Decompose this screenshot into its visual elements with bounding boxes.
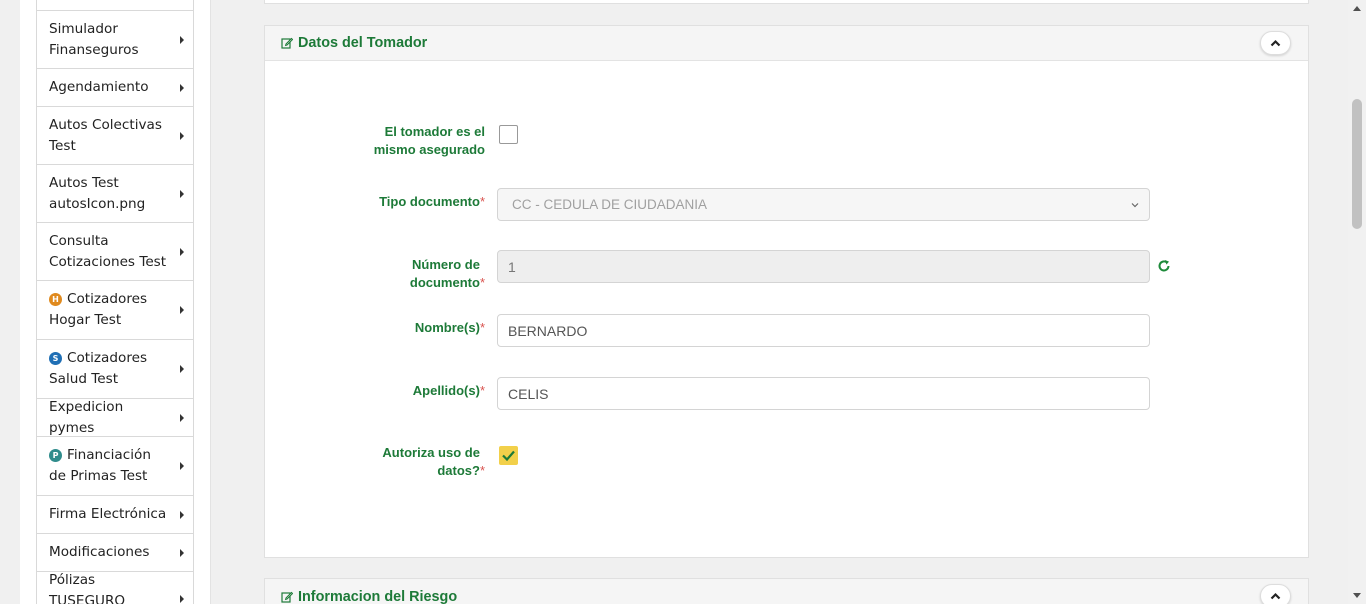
names-label: Nombre(s)* <box>415 319 485 337</box>
doc-type-select[interactable]: CC - CEDULA DE CIUDADANIA <box>497 188 1150 221</box>
sidebar-item-label: Agendamiento <box>49 79 149 95</box>
label-text: Nombre(s) <box>414 320 480 335</box>
sidebar-item-autos-test[interactable]: Autos Test autosIcon.png <box>37 165 193 223</box>
sidebar-item-label: Cotizadores Salud Test <box>49 350 148 387</box>
doc-type-label: Tipo documento* <box>379 193 485 211</box>
sidebar-item-consulta-cotizaciones-test[interactable]: Consulta Cotizaciones Test <box>37 223 193 281</box>
doc-number-input[interactable]: 1 <box>497 250 1150 283</box>
names-input[interactable]: BERNARDO <box>497 314 1150 347</box>
required-mark: * <box>479 320 485 335</box>
sidebar-item-agendamiento[interactable]: Agendamiento <box>37 69 193 107</box>
scroll-up-arrow-icon[interactable] <box>1348 0 1366 17</box>
sidebar-item-label-wrap: H Cotizadores Hogar Test <box>49 289 171 331</box>
sidebar-item-simulador-finanseguros[interactable]: Simulador Finanseguros <box>37 11 193 69</box>
caret-right-icon <box>180 35 184 44</box>
sidebar-menu: Simulador Finanseguros Agendamiento Auto… <box>36 0 194 604</box>
chevron-up-icon <box>1270 592 1281 600</box>
caret-right-icon <box>180 247 184 256</box>
sidebar-item-expedicion-pymes[interactable]: Expedicion pymes <box>37 399 193 437</box>
sidebar-item-autos-colectivas-test[interactable]: Autos Colectivas Test <box>37 107 193 165</box>
surnames-label: Apellido(s)* <box>413 382 485 400</box>
caret-right-icon <box>180 306 184 314</box>
sidebar-item-modificaciones[interactable]: Modificaciones <box>37 534 193 572</box>
hogar-badge-icon: H <box>49 293 62 306</box>
page-scrollbar[interactable] <box>1348 0 1366 604</box>
sidebar-item-label-wrap: S Cotizadores Salud Test <box>49 348 171 390</box>
caret-right-icon <box>180 594 184 603</box>
check-icon <box>502 450 515 462</box>
page-gutter <box>0 0 20 604</box>
required-mark: * <box>479 383 485 398</box>
sidebar-item-label: Simulador Finanseguros <box>49 20 139 58</box>
collapse-button[interactable] <box>1260 31 1291 55</box>
caret-right-icon <box>180 462 184 470</box>
names-value: BERNARDO <box>508 322 588 339</box>
surnames-value: CELIS <box>508 385 549 402</box>
authorize-checkbox[interactable] <box>499 446 518 465</box>
informacion-riesgo-panel: Informacion del Riesgo <box>264 578 1309 604</box>
sidebar-item-label: Autos Test autosIcon.png <box>49 174 146 212</box>
label-text: Número de documento <box>409 257 480 290</box>
required-mark: * <box>479 463 485 478</box>
label-text: Apellido(s) <box>412 383 480 398</box>
sidebar-item-label: Expedicion pymes <box>49 398 124 436</box>
previous-panel <box>264 0 1309 4</box>
edit-icon <box>281 591 293 603</box>
sidebar-item-label: Modificaciones <box>49 544 150 560</box>
label-text: Tipo documento <box>379 194 480 209</box>
sidebar-item-cotizadores-hogar-test[interactable]: H Cotizadores Hogar Test <box>37 281 193 340</box>
caret-right-icon <box>180 510 184 519</box>
caret-right-icon <box>180 548 184 557</box>
sidebar-item-label: Consulta Cotizaciones Test <box>49 232 167 270</box>
main-content: Datos del Tomador El tomador es el mismo… <box>211 0 1348 604</box>
caret-right-icon <box>180 83 184 92</box>
panel-title: Datos del Tomador <box>298 35 428 51</box>
sidebar-item-label: Cotizadores Hogar Test <box>49 291 148 328</box>
scrollbar-thumb[interactable] <box>1352 99 1362 229</box>
sidebar-item-polizas-tuseguro[interactable]: Pólizas TUSEGURO <box>37 572 193 604</box>
sidebar-item-label: Firma Electrónica <box>49 506 167 522</box>
doc-number-value: 1 <box>508 258 516 275</box>
sidebar-item-label-wrap: P Financiación de Primas Test <box>49 445 171 487</box>
required-mark: * <box>479 275 485 290</box>
doc-type-value: CC - CEDULA DE CIUDADANIA <box>512 197 708 212</box>
refresh-icon[interactable] <box>1157 259 1171 273</box>
caret-right-icon <box>180 365 184 373</box>
same-insured-label: El tomador es el mismo asegurado <box>365 123 485 159</box>
surnames-input[interactable]: CELIS <box>497 377 1150 410</box>
edit-icon <box>281 37 293 49</box>
scroll-down-arrow-icon[interactable] <box>1348 587 1366 604</box>
authorize-label: Autoriza uso de datos?* <box>376 444 485 480</box>
chevron-down-icon <box>1131 203 1139 208</box>
collapse-button[interactable] <box>1260 584 1291 604</box>
panel-title: Informacion del Riesgo <box>298 588 458 604</box>
sidebar-item-label: Pólizas TUSEGURO <box>49 571 126 604</box>
required-mark: * <box>479 194 485 209</box>
chevron-up-icon <box>1270 39 1281 47</box>
sidebar-item-cotizadores-salud-test[interactable]: S Cotizadores Salud Test <box>37 340 193 399</box>
label-text: Autoriza uso de datos? <box>382 445 480 478</box>
doc-number-label: Número de documento* <box>394 256 485 292</box>
datos-tomador-panel: Datos del Tomador El tomador es el mismo… <box>264 25 1309 558</box>
sidebar-container: Simulador Finanseguros Agendamiento Auto… <box>20 0 211 604</box>
panel-header: Informacion del Riesgo <box>265 579 1308 604</box>
sidebar-item-financiacion-de-primas-test[interactable]: P Financiación de Primas Test <box>37 437 193 496</box>
sidebar-item-firma-electronica[interactable]: Firma Electrónica <box>37 496 193 534</box>
same-insured-checkbox[interactable] <box>499 125 518 144</box>
panel-header: Datos del Tomador <box>265 26 1308 61</box>
caret-right-icon <box>180 413 184 422</box>
sidebar-item-label: Autos Colectivas Test <box>49 116 162 154</box>
sidebar-item-partial[interactable] <box>37 0 193 11</box>
sidebar-item-label: Financiación de Primas Test <box>49 447 151 484</box>
primas-badge-icon: P <box>49 449 62 462</box>
salud-badge-icon: S <box>49 352 62 365</box>
caret-right-icon <box>180 131 184 140</box>
caret-right-icon <box>180 189 184 198</box>
label-text: El tomador es el mismo asegurado <box>373 124 485 157</box>
